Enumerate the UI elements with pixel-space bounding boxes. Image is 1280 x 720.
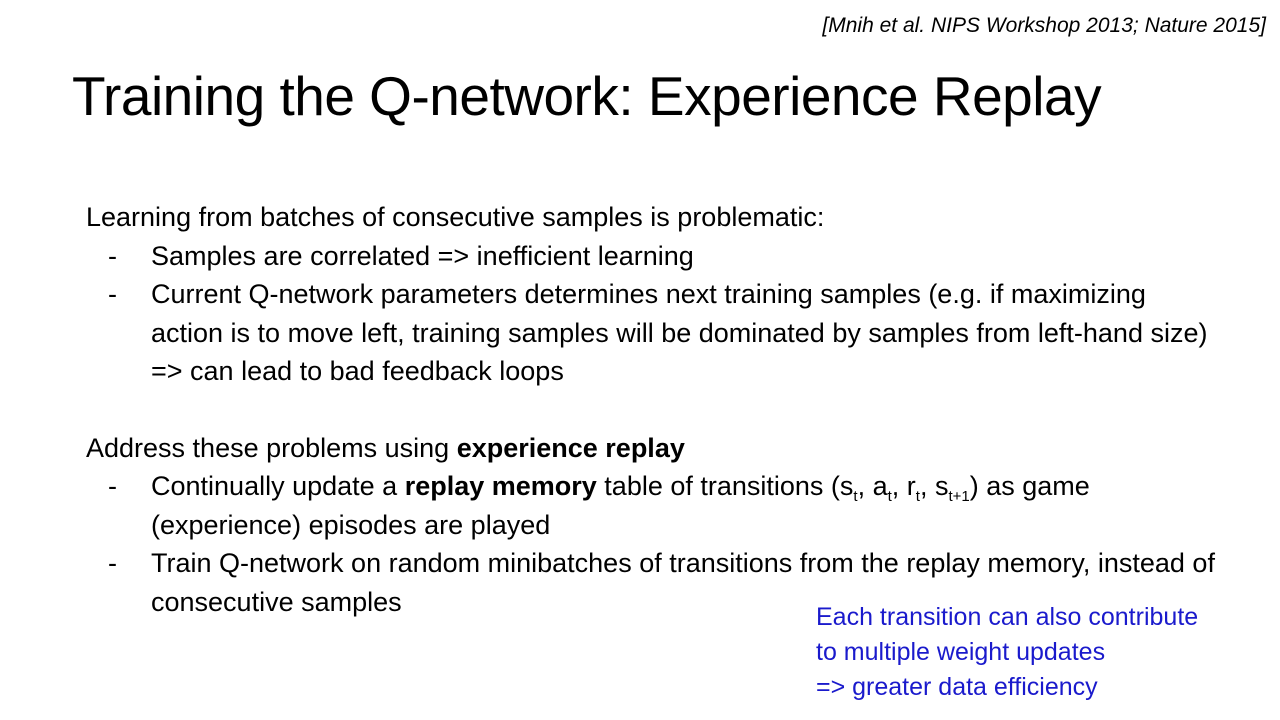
problem-text: Current Q-network parameters determines … xyxy=(151,279,1208,386)
problem-text: Samples are correlated => inefficient le… xyxy=(151,240,694,271)
solution-bullet: - Continually update a replay memory tab… xyxy=(86,467,1216,544)
slide-title: Training the Q-network: Experience Repla… xyxy=(72,65,1102,127)
problems-list: - Samples are correlated => inefficient … xyxy=(86,237,1216,391)
note-line: Each transition can also contribute xyxy=(816,603,1199,631)
bullet-dash: - xyxy=(108,279,117,309)
solution-list: - Continually update a replay memory tab… xyxy=(86,467,1216,621)
slide-body: Learning from batches of consecutive sam… xyxy=(86,198,1216,621)
separator: , a xyxy=(857,471,888,501)
separator: , s xyxy=(919,471,949,501)
replay-memory-bold: replay memory xyxy=(404,471,597,501)
solution-intro-bold: experience replay xyxy=(456,432,685,463)
separator: , r xyxy=(891,471,916,501)
citation: [Mnih et al. NIPS Workshop 2013; Nature … xyxy=(822,14,1266,37)
solution-intro: Address these problems using experience … xyxy=(86,429,1216,468)
problems-intro: Learning from batches of consecutive sam… xyxy=(86,202,825,232)
problem-bullet: - Samples are correlated => inefficient … xyxy=(86,237,1216,276)
subscript: t+1 xyxy=(948,488,970,505)
solution-intro-text: Address these problems using xyxy=(86,432,457,463)
bullet-dash: - xyxy=(108,548,117,578)
bullet-dash: - xyxy=(108,240,117,271)
bullet-dash: - xyxy=(108,471,117,501)
solution-text-mid: table of transitions (s xyxy=(596,471,854,501)
note-line: to multiple weight updates xyxy=(816,638,1106,666)
problem-bullet: - Current Q-network parameters determine… xyxy=(86,275,1216,391)
solution-text-prefix: Continually update a xyxy=(151,471,405,501)
note-line: => greater data efficiency xyxy=(816,673,1098,701)
efficiency-note: Each transition can also contribute to m… xyxy=(816,600,1198,705)
